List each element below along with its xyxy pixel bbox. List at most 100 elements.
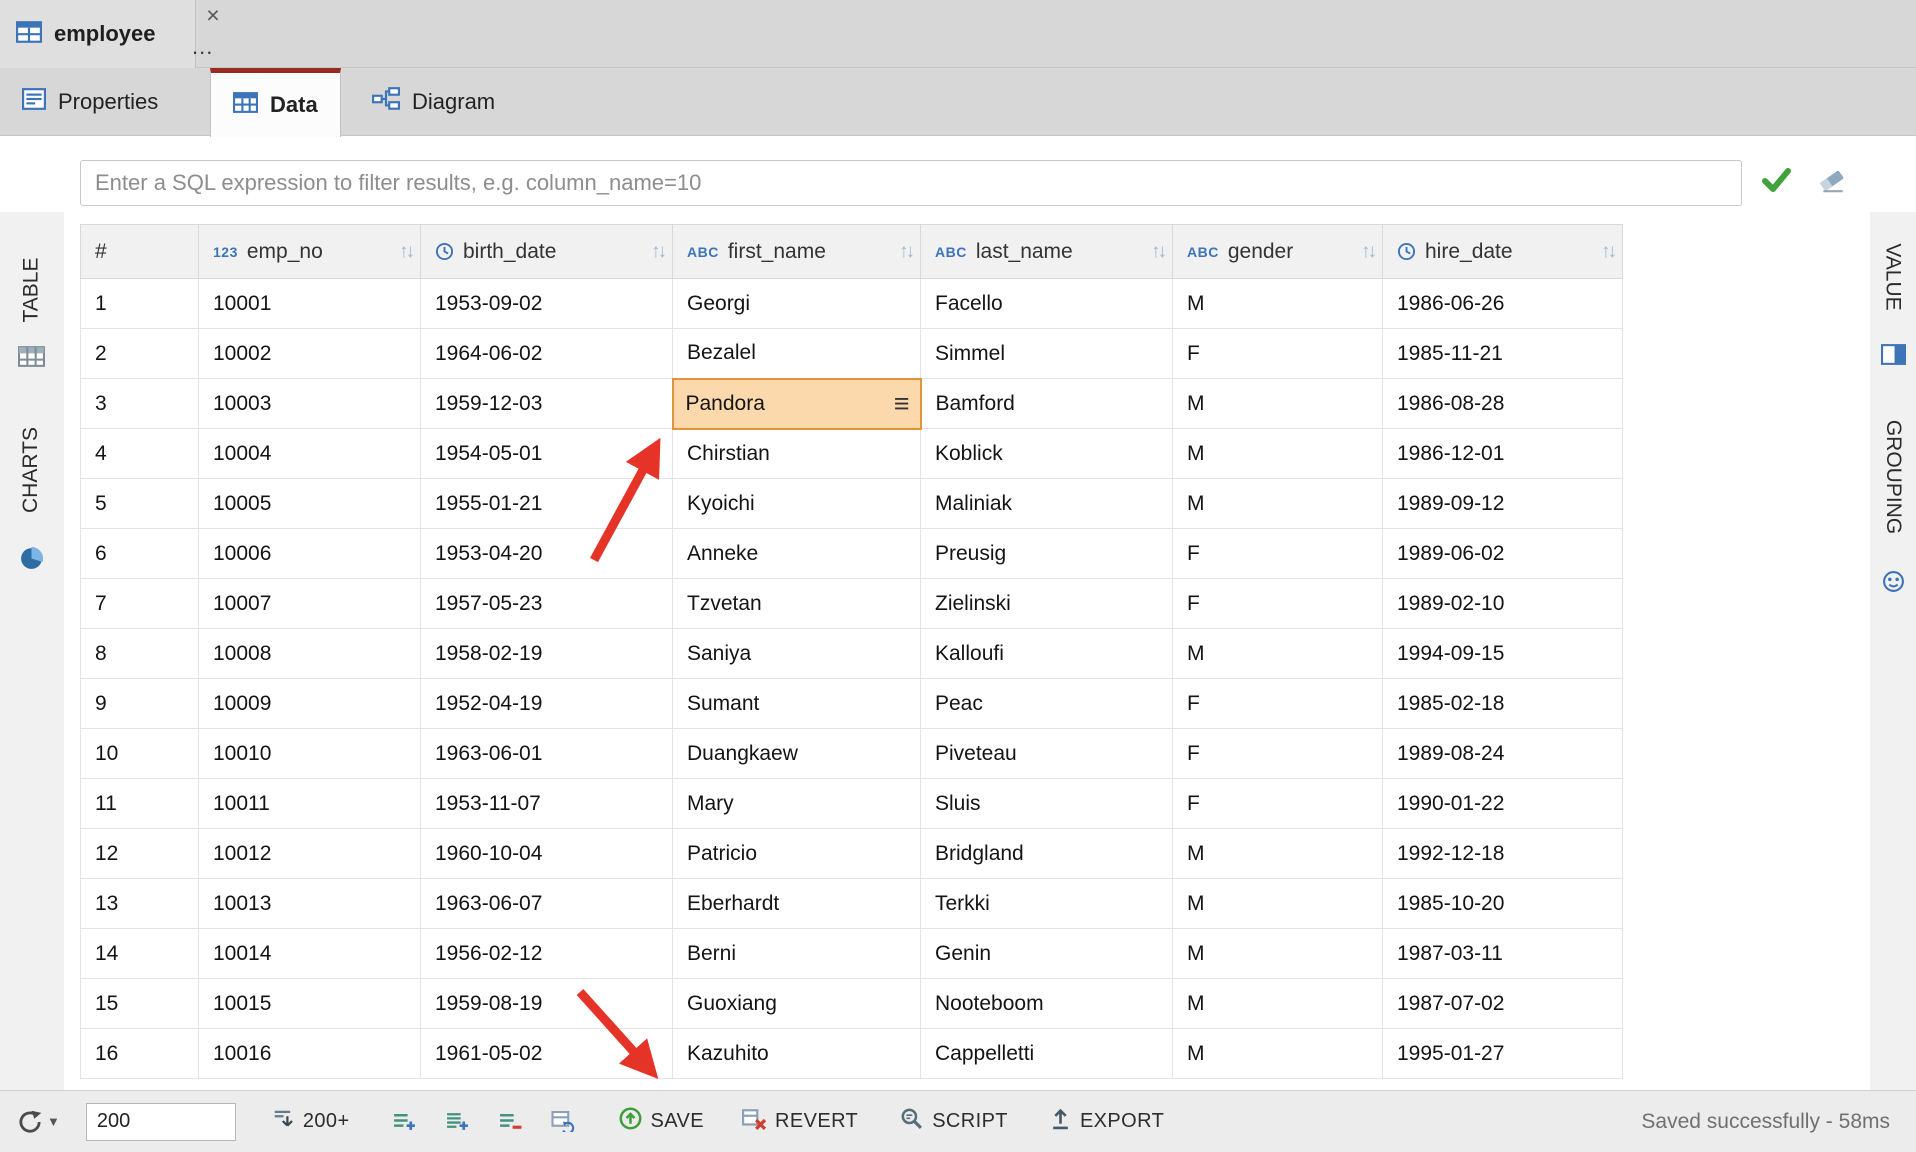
editor-tab-employee[interactable]: employee bbox=[0, 0, 196, 68]
selected-cell[interactable]: Pandora≡ bbox=[673, 379, 921, 429]
grid-cell[interactable]: 10010 bbox=[199, 729, 421, 779]
grid-cell[interactable]: 1963-06-01 bbox=[421, 729, 673, 779]
tab-properties[interactable]: Properties bbox=[0, 68, 180, 136]
grid-cell[interactable]: F bbox=[1173, 729, 1383, 779]
grid-cell[interactable]: 10004 bbox=[199, 429, 421, 479]
column-header-hire_date[interactable]: hire_date↑↓ bbox=[1383, 225, 1623, 279]
row-number-cell[interactable]: 4 bbox=[81, 429, 199, 479]
column-header-rownum[interactable]: # bbox=[81, 225, 199, 279]
clear-filter-eraser-icon[interactable] bbox=[1818, 168, 1846, 199]
row-number-cell[interactable]: 2 bbox=[81, 329, 199, 379]
grid-cell[interactable]: 1989-06-02 bbox=[1383, 529, 1623, 579]
grid-cell[interactable]: 1958-02-19 bbox=[421, 629, 673, 679]
grid-cell[interactable]: Terkki bbox=[921, 879, 1173, 929]
grid-cell[interactable]: 10007 bbox=[199, 579, 421, 629]
grid-cell[interactable]: 1953-09-02 bbox=[421, 279, 673, 329]
column-header-gender[interactable]: ABCgender↑↓ bbox=[1173, 225, 1383, 279]
grid-cell[interactable]: 1963-06-07 bbox=[421, 879, 673, 929]
row-number-cell[interactable]: 3 bbox=[81, 379, 199, 429]
grid-cell[interactable]: 1953-11-07 bbox=[421, 779, 673, 829]
grid-cell[interactable]: 1986-08-28 bbox=[1383, 379, 1623, 429]
grid-cell[interactable]: Simmel bbox=[921, 329, 1173, 379]
grid-cell[interactable]: 1987-07-02 bbox=[1383, 979, 1623, 1029]
value-panel-icon[interactable] bbox=[1881, 344, 1906, 370]
grid-cell[interactable]: 10013 bbox=[199, 879, 421, 929]
row-number-cell[interactable]: 16 bbox=[81, 1029, 199, 1079]
rail-tab-grouping[interactable]: GROUPING bbox=[1871, 388, 1915, 566]
grid-cell[interactable]: Piveteau bbox=[921, 729, 1173, 779]
grid-cell[interactable]: 1959-12-03 bbox=[421, 379, 673, 429]
grid-cell[interactable]: 1985-10-20 bbox=[1383, 879, 1623, 929]
grid-cell[interactable]: Guoxiang bbox=[673, 979, 921, 1029]
row-number-cell[interactable]: 13 bbox=[81, 879, 199, 929]
row-number-cell[interactable]: 7 bbox=[81, 579, 199, 629]
grid-cell[interactable]: 1985-02-18 bbox=[1383, 679, 1623, 729]
grid-cell[interactable]: 1964-06-02 bbox=[421, 329, 673, 379]
grid-cell[interactable]: 1989-09-12 bbox=[1383, 479, 1623, 529]
grid-cell[interactable]: 1953-04-20 bbox=[421, 529, 673, 579]
refresh-settings-button[interactable]: ▼ bbox=[16, 1108, 60, 1136]
column-header-emp_no[interactable]: 123emp_no↑↓ bbox=[199, 225, 421, 279]
grid-cell[interactable]: 1989-08-24 bbox=[1383, 729, 1623, 779]
grid-cell[interactable]: Nooteboom bbox=[921, 979, 1173, 1029]
grid-cell[interactable]: M bbox=[1173, 629, 1383, 679]
grid-cell[interactable]: 10009 bbox=[199, 679, 421, 729]
duplicate-row-button[interactable] bbox=[445, 1111, 470, 1132]
grid-cell[interactable]: F bbox=[1173, 329, 1383, 379]
save-button[interactable]: SAVE bbox=[619, 1107, 704, 1136]
column-header-last_name[interactable]: ABClast_name↑↓ bbox=[921, 225, 1173, 279]
grid-cell[interactable]: 10008 bbox=[199, 629, 421, 679]
grid-cell[interactable]: Sumant bbox=[673, 679, 921, 729]
grid-cell[interactable]: 1954-05-01 bbox=[421, 429, 673, 479]
grid-cell[interactable]: Anneke bbox=[673, 529, 921, 579]
row-number-cell[interactable]: 11 bbox=[81, 779, 199, 829]
grid-cell[interactable]: 1956-02-12 bbox=[421, 929, 673, 979]
sort-toggle-icon[interactable]: ↑↓ bbox=[1151, 241, 1164, 263]
sql-filter-input[interactable] bbox=[80, 160, 1742, 206]
grid-cell[interactable]: 1986-12-01 bbox=[1383, 429, 1623, 479]
grid-cell[interactable]: Patricio bbox=[673, 829, 921, 879]
grid-cell[interactable]: 1957-05-23 bbox=[421, 579, 673, 629]
grid-cell[interactable]: M bbox=[1173, 479, 1383, 529]
grid-cell[interactable]: M bbox=[1173, 829, 1383, 879]
grid-cell[interactable]: 1985-11-21 bbox=[1383, 329, 1623, 379]
sort-toggle-icon[interactable]: ↑↓ bbox=[1601, 241, 1614, 263]
grid-cell[interactable]: F bbox=[1173, 529, 1383, 579]
script-button[interactable]: SCRIPT bbox=[900, 1107, 1008, 1136]
grid-cell[interactable]: M bbox=[1173, 279, 1383, 329]
grid-cell[interactable]: 1987-03-11 bbox=[1383, 929, 1623, 979]
grid-cell[interactable]: Facello bbox=[921, 279, 1173, 329]
grid-cell[interactable]: 1959-08-19 bbox=[421, 979, 673, 1029]
grid-cell[interactable]: Mary bbox=[673, 779, 921, 829]
grid-cell[interactable]: Kalloufi bbox=[921, 629, 1173, 679]
grid-cell[interactable]: M bbox=[1173, 379, 1383, 429]
grid-cell[interactable]: Preusig bbox=[921, 529, 1173, 579]
grid-cell[interactable]: 10006 bbox=[199, 529, 421, 579]
grid-cell[interactable]: Kyoichi bbox=[673, 479, 921, 529]
fetch-more-button[interactable]: 200+ bbox=[272, 1108, 350, 1136]
grid-cell[interactable]: M bbox=[1173, 879, 1383, 929]
grid-cell[interactable]: 10012 bbox=[199, 829, 421, 879]
grid-cell[interactable]: Genin bbox=[921, 929, 1173, 979]
grid-cell[interactable]: F bbox=[1173, 579, 1383, 629]
grid-cell[interactable]: Eberhardt bbox=[673, 879, 921, 929]
row-number-cell[interactable]: 15 bbox=[81, 979, 199, 1029]
grid-cell[interactable]: 1952-04-19 bbox=[421, 679, 673, 729]
grid-cell[interactable]: Chirstian bbox=[673, 429, 921, 479]
grid-cell[interactable]: 1994-09-15 bbox=[1383, 629, 1623, 679]
apply-filter-icon[interactable] bbox=[1760, 166, 1792, 199]
grid-cell[interactable]: Saniya bbox=[673, 629, 921, 679]
grid-cell[interactable]: 10005 bbox=[199, 479, 421, 529]
cell-menu-icon[interactable]: ≡ bbox=[894, 390, 910, 417]
sort-toggle-icon[interactable]: ↑↓ bbox=[899, 241, 912, 263]
grid-cell[interactable]: F bbox=[1173, 679, 1383, 729]
grid-cell[interactable]: Tzvetan bbox=[673, 579, 921, 629]
grid-cell[interactable]: 1989-02-10 bbox=[1383, 579, 1623, 629]
delete-row-button[interactable] bbox=[498, 1111, 523, 1132]
grid-cell[interactable]: Zielinski bbox=[921, 579, 1173, 629]
row-number-cell[interactable]: 12 bbox=[81, 829, 199, 879]
grid-cell[interactable]: 10002 bbox=[199, 329, 421, 379]
grid-cell[interactable]: Duangkaew bbox=[673, 729, 921, 779]
grid-cell[interactable]: Berni bbox=[673, 929, 921, 979]
grid-cell[interactable]: Kazuhito bbox=[673, 1029, 921, 1079]
